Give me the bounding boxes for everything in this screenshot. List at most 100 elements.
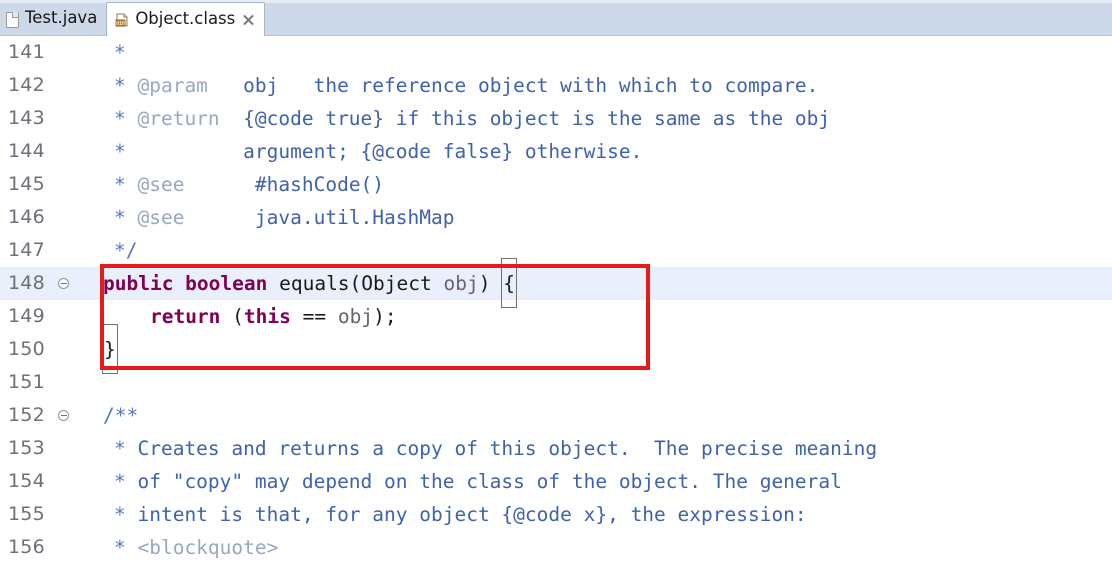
code-line-content[interactable]: return (this == obj); xyxy=(86,300,1112,333)
line-number-gutter: 152 xyxy=(0,399,86,432)
code-token: * xyxy=(114,41,126,64)
line-number: 144 xyxy=(8,140,45,162)
code-line[interactable]: 145 * @see #hashCode() xyxy=(0,168,1112,201)
code-token: * xyxy=(114,470,138,493)
code-line-content[interactable] xyxy=(86,366,1112,399)
line-number-gutter: 154 xyxy=(0,465,86,498)
code-token: argument; {@code false} otherwise. xyxy=(125,140,643,163)
line-number: 151 xyxy=(8,371,45,393)
line-number-gutter: 146 xyxy=(0,201,86,234)
line-number: 145 xyxy=(8,173,45,195)
code-token: this xyxy=(243,305,291,328)
bracket-match-token: } xyxy=(102,324,118,374)
line-number-gutter: 145 xyxy=(0,168,86,201)
line-number-gutter: 150 xyxy=(0,333,86,366)
code-line-content[interactable]: * xyxy=(86,36,1112,69)
code-line[interactable]: 146 * @see java.util.HashMap xyxy=(0,201,1112,234)
code-token: * xyxy=(114,74,138,97)
code-line[interactable]: 155 * intent is that, for any object {@co… xyxy=(0,498,1112,531)
code-line-content[interactable]: public boolean equals(Object obj) { xyxy=(86,258,1112,308)
line-number: 155 xyxy=(8,503,45,525)
line-number: 154 xyxy=(8,470,45,492)
code-line[interactable]: 142 * @param obj the reference object wit… xyxy=(0,69,1112,102)
code-token: * xyxy=(114,107,138,130)
line-number: 143 xyxy=(8,107,45,129)
line-number-gutter: 156 xyxy=(0,531,86,564)
code-line-content[interactable]: * <blockquote> xyxy=(86,531,1112,564)
code-line[interactable]: 148 public boolean equals(Object obj) { xyxy=(0,258,1112,308)
code-line-content[interactable]: * @param obj the reference object with w… xyxy=(86,69,1112,102)
code-line[interactable]: 154 * of "copy" may depend on the class o… xyxy=(0,465,1112,498)
code-token: * xyxy=(114,437,138,460)
code-line[interactable]: 141 * xyxy=(0,36,1112,69)
code-line[interactable]: 156 * <blockquote> xyxy=(0,531,1112,564)
code-token: ); xyxy=(373,305,397,328)
code-line-content[interactable]: * of "copy" may depend on the class of t… xyxy=(86,465,1112,498)
line-number-gutter: 149 xyxy=(0,300,86,333)
code-line[interactable]: 144 * argument; {@code false} otherwise. xyxy=(0,135,1112,168)
editor-tab-object-class[interactable]: 010 Object.class xyxy=(106,2,266,36)
code-lines-container[interactable]: 141 * 142 * @param obj the reference object… xyxy=(0,36,1112,564)
line-number-gutter: 148 xyxy=(0,267,86,300)
editor-tab-label: Object.class xyxy=(135,9,236,29)
code-line-content[interactable]: /** xyxy=(86,399,1112,432)
code-token: obj the reference object with which to c… xyxy=(207,74,819,97)
code-line-content[interactable]: * @return {@code true} if this object is… xyxy=(86,102,1112,135)
bracket-match-token: { xyxy=(501,258,517,308)
line-number: 149 xyxy=(8,305,45,327)
editor-tab-bar: Test.java 010 Object.class xyxy=(0,0,1112,36)
editor-tab-test-java[interactable]: Test.java xyxy=(0,2,106,35)
line-number: 146 xyxy=(8,206,45,228)
code-token: intent is that, for any object {@code x}… xyxy=(137,503,807,526)
code-token: java.util.HashMap xyxy=(184,206,455,229)
code-token: <blockquote> xyxy=(137,536,279,559)
line-number: 147 xyxy=(8,239,45,261)
code-line-content[interactable]: * argument; {@code false} otherwise. xyxy=(86,135,1112,168)
code-token: ) xyxy=(478,272,503,295)
close-icon[interactable] xyxy=(242,13,255,26)
code-editor[interactable]: 141 * 142 * @param obj the reference object… xyxy=(0,36,1112,573)
code-token: Creates and returns a copy of this objec… xyxy=(137,437,878,460)
code-token: @see xyxy=(137,206,185,229)
code-token: @return xyxy=(137,107,220,130)
code-line[interactable]: 143 * @return {@code true} if this object… xyxy=(0,102,1112,135)
code-line[interactable]: 150} xyxy=(0,324,1112,374)
line-number-gutter: 151 xyxy=(0,366,86,399)
code-line[interactable]: 151 xyxy=(0,366,1112,399)
line-number-gutter: 155 xyxy=(0,498,86,531)
code-token: obj xyxy=(337,305,374,328)
line-number: 152 xyxy=(8,404,45,426)
code-token: * xyxy=(114,503,138,526)
fold-collapse-icon[interactable] xyxy=(57,277,71,291)
code-line-content[interactable]: } xyxy=(86,324,1112,374)
line-number: 156 xyxy=(8,536,45,558)
code-token: {@code true} if this object is the same … xyxy=(219,107,831,130)
line-number: 141 xyxy=(8,41,45,63)
code-line-content[interactable]: * @see java.util.HashMap xyxy=(86,201,1112,234)
fold-collapse-icon[interactable] xyxy=(57,409,71,423)
code-line-content[interactable]: * intent is that, for any object {@code … xyxy=(86,498,1112,531)
code-line-content[interactable]: */ xyxy=(86,234,1112,267)
line-number: 148 xyxy=(8,272,45,294)
code-token: obj xyxy=(443,272,479,295)
code-line[interactable]: 152 /** xyxy=(0,399,1112,432)
line-number-gutter: 147 xyxy=(0,234,86,267)
code-line[interactable]: 153 * Creates and returns a copy of this … xyxy=(0,432,1112,465)
code-line-content[interactable]: * @see #hashCode() xyxy=(86,168,1112,201)
code-line-content[interactable]: * Creates and returns a copy of this obj… xyxy=(86,432,1112,465)
line-number: 150 xyxy=(8,338,45,360)
code-line[interactable]: 147 */ xyxy=(0,234,1112,267)
code-line[interactable]: 149 return (this == obj); xyxy=(0,300,1112,333)
line-number-gutter: 141 xyxy=(0,36,86,69)
code-token: #hashCode() xyxy=(184,173,385,196)
